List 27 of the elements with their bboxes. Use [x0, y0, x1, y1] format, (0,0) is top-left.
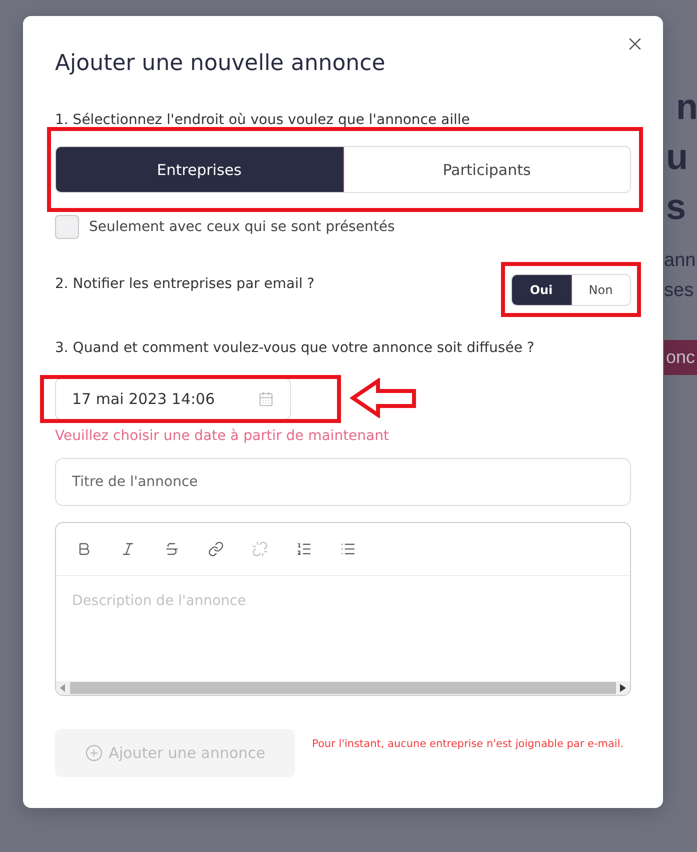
- background-text: ann: [664, 249, 696, 273]
- background-heading: s: [665, 185, 686, 229]
- ordered-icon[interactable]: [296, 541, 312, 557]
- step-label: 3. Quand et comment voulez-vous que votre annonce soit diffusée ?: [55, 339, 536, 358]
- title-field[interactable]: Titre de l'annonce: [55, 458, 631, 506]
- annotation-arrow: [350, 378, 418, 418]
- date-field[interactable]: 17 mai 2023 14:06: [55, 378, 291, 420]
- error-message: Veuillez choisir une date à partir de maintenant: [55, 427, 390, 446]
- background-text: ses: [664, 279, 694, 303]
- warning-note: Pour l'instant, aucune entreprise n'est joignable par e-mail.: [312, 737, 625, 752]
- link-icon[interactable]: [208, 541, 224, 557]
- background-heading: u: [665, 135, 688, 179]
- italic-icon[interactable]: [120, 541, 136, 557]
- background-heading: n: [675, 85, 697, 129]
- toggle-button[interactable]: Oui: [512, 275, 572, 305]
- step-label: 1. Sélectionnez l'endroit où vous voulez que l'annonce aille: [55, 111, 471, 130]
- strike-icon[interactable]: [164, 541, 180, 557]
- step-label: 2. Notifier les entreprises par email ?: [55, 275, 314, 294]
- scrollbar[interactable]: [56, 681, 630, 695]
- description-editor[interactable]: Description de l'annonce: [55, 522, 631, 696]
- calendar-icon: [258, 391, 274, 407]
- dialog-title: Ajouter une nouvelle annonce: [55, 50, 386, 78]
- segment-button[interactable]: Entreprises: [56, 147, 344, 192]
- checkbox-label: Seulement avec ceux qui se sont présentés: [89, 219, 395, 235]
- plus-icon: [84, 744, 103, 762]
- checkbox[interactable]: [55, 215, 79, 239]
- scroll-right-icon[interactable]: [620, 684, 626, 692]
